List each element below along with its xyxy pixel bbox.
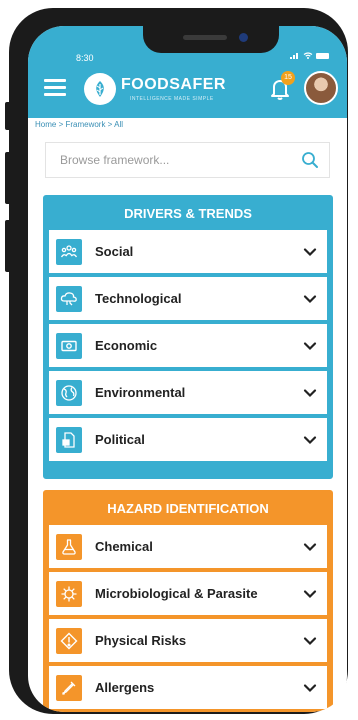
chevron-down-icon[interactable] xyxy=(303,339,317,353)
item-label: Environmental xyxy=(95,385,186,400)
notification-badge: 15 xyxy=(281,71,295,85)
chevron-down-icon[interactable] xyxy=(303,386,317,400)
list-item-economic[interactable]: Economic xyxy=(49,324,327,367)
phone-frame: 8:30 FOODSAFER INTELLIGENCE MADE SIMPLE … xyxy=(9,8,348,714)
chevron-down-icon[interactable] xyxy=(303,634,317,648)
list-item-political[interactable]: Political xyxy=(49,418,327,461)
search-bar xyxy=(45,142,330,178)
hazard-identification-section: HAZARD IDENTIFICATION Chemical Microbiol… xyxy=(43,490,333,712)
brand-name: FOODSAFER xyxy=(121,76,226,93)
dropper-icon xyxy=(56,674,82,701)
phone-notch xyxy=(143,26,279,53)
item-label: Physical Risks xyxy=(95,633,187,648)
search-input[interactable] xyxy=(58,152,301,168)
wifi-icon xyxy=(303,51,313,61)
app-screen: 8:30 FOODSAFER INTELLIGENCE MADE SIMPLE … xyxy=(28,26,347,712)
list-item-technological[interactable]: Technological xyxy=(49,277,327,320)
item-label: Chemical xyxy=(95,539,153,554)
item-label: Political xyxy=(95,432,145,447)
list-item-environmental[interactable]: Environmental xyxy=(49,371,327,414)
people-icon xyxy=(56,238,82,265)
list-item-physical-risks[interactable]: Physical Risks xyxy=(49,619,327,662)
chevron-down-icon[interactable] xyxy=(303,292,317,306)
search-icon[interactable] xyxy=(301,151,319,169)
list-item-chemical[interactable]: Chemical xyxy=(49,525,327,568)
signal-icon xyxy=(290,51,300,61)
item-label: Allergens xyxy=(95,680,155,695)
chevron-down-icon[interactable] xyxy=(303,433,317,447)
chevron-down-icon[interactable] xyxy=(303,245,317,259)
drivers-trends-section: DRIVERS & TRENDS Social Technological Ec… xyxy=(43,195,333,479)
logo-icon xyxy=(84,73,116,105)
status-icons xyxy=(290,51,329,61)
chevron-down-icon[interactable] xyxy=(303,681,317,695)
list-item-microbiological[interactable]: Microbiological & Parasite xyxy=(49,572,327,615)
menu-icon[interactable] xyxy=(44,79,66,96)
battery-icon xyxy=(316,53,329,59)
globe-icon xyxy=(56,379,82,406)
section-header: DRIVERS & TRENDS xyxy=(124,206,252,221)
money-icon xyxy=(56,332,82,359)
list-item-social[interactable]: Social xyxy=(49,230,327,273)
list-item-allergens[interactable]: Allergens xyxy=(49,666,327,709)
item-label: Social xyxy=(95,244,134,259)
status-time: 8:30 xyxy=(76,53,94,63)
chevron-down-icon[interactable] xyxy=(303,587,317,601)
section-header: HAZARD IDENTIFICATION xyxy=(107,501,269,516)
item-label: Economic xyxy=(95,338,158,353)
breadcrumb[interactable]: Home > Framework > All xyxy=(35,118,340,132)
avatar[interactable] xyxy=(304,71,338,105)
item-label: Technological xyxy=(95,291,182,306)
warning-icon xyxy=(56,627,82,654)
document-icon xyxy=(56,426,82,453)
virus-icon xyxy=(56,580,82,607)
flask-icon xyxy=(56,533,82,560)
chevron-down-icon[interactable] xyxy=(303,540,317,554)
item-label: Microbiological & Parasite xyxy=(95,586,258,601)
top-bar: 8:30 FOODSAFER INTELLIGENCE MADE SIMPLE … xyxy=(28,26,347,118)
cloud-tech-icon xyxy=(56,285,82,312)
brand-tagline: INTELLIGENCE MADE SIMPLE xyxy=(130,96,214,102)
